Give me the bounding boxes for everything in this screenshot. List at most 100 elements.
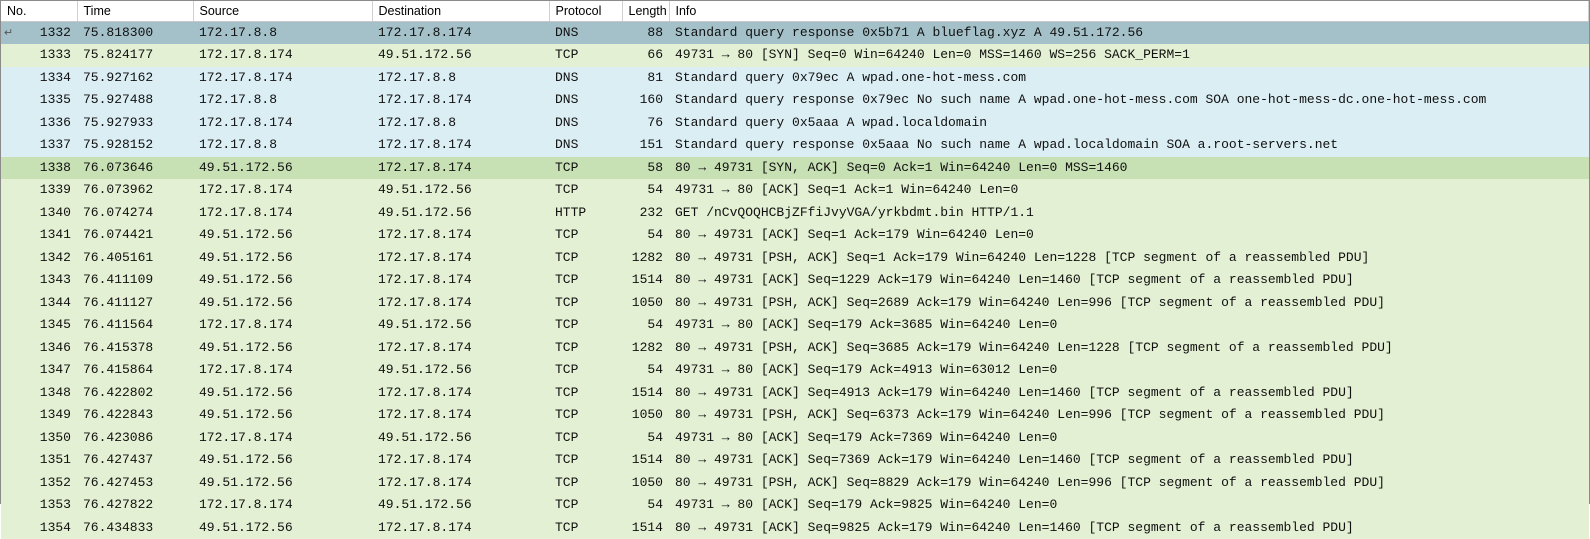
packet-row[interactable]: 135276.42745349.51.172.56172.17.8.174TCP…	[1, 472, 1589, 495]
packet-list-body[interactable]: 133275.818300172.17.8.8172.17.8.174DNS88…	[1, 21, 1589, 539]
cell-no: 1348	[1, 382, 77, 405]
cell-no: 1352	[1, 472, 77, 495]
column-header-source[interactable]: Source	[193, 1, 372, 21]
packet-row[interactable]: 133775.928152172.17.8.8172.17.8.174DNS15…	[1, 134, 1589, 157]
cell-time: 76.073646	[77, 157, 193, 180]
cell-protocol: TCP	[549, 517, 622, 539]
packet-row[interactable]: 133675.927933172.17.8.174172.17.8.8DNS76…	[1, 112, 1589, 135]
cell-length: 81	[622, 67, 669, 90]
cell-destination: 172.17.8.174	[372, 224, 549, 247]
cell-info: 49731 → 80 [ACK] Seq=179 Ack=9825 Win=64…	[669, 494, 1589, 517]
cell-no: 1338	[1, 157, 77, 180]
cell-no: 1342	[1, 247, 77, 270]
cell-protocol: TCP	[549, 427, 622, 450]
packet-row[interactable]: 134376.41110949.51.172.56172.17.8.174TCP…	[1, 269, 1589, 292]
cell-source: 49.51.172.56	[193, 404, 372, 427]
cell-no: 1344	[1, 292, 77, 315]
cell-length: 54	[622, 179, 669, 202]
packet-row[interactable]: 134776.415864172.17.8.17449.51.172.56TCP…	[1, 359, 1589, 382]
cell-protocol: TCP	[549, 382, 622, 405]
cell-length: 1050	[622, 404, 669, 427]
cell-source: 49.51.172.56	[193, 247, 372, 270]
cell-destination: 49.51.172.56	[372, 179, 549, 202]
cell-destination: 172.17.8.174	[372, 269, 549, 292]
cell-protocol: TCP	[549, 179, 622, 202]
packet-row[interactable]: 135176.42743749.51.172.56172.17.8.174TCP…	[1, 449, 1589, 472]
packet-row[interactable]: 133475.927162172.17.8.174172.17.8.8DNS81…	[1, 67, 1589, 90]
cell-info: 49731 → 80 [ACK] Seq=179 Ack=3685 Win=64…	[669, 314, 1589, 337]
packet-row[interactable]: 135476.43483349.51.172.56172.17.8.174TCP…	[1, 517, 1589, 539]
cell-no: 1339	[1, 179, 77, 202]
cell-info: 80 → 49731 [PSH, ACK] Seq=8829 Ack=179 W…	[669, 472, 1589, 495]
column-header-length[interactable]: Length	[622, 1, 669, 21]
cell-no: 1333	[1, 44, 77, 67]
packet-row[interactable]: 133375.824177172.17.8.17449.51.172.56TCP…	[1, 44, 1589, 67]
cell-info: Standard query response 0x79ec No such n…	[669, 89, 1589, 112]
packet-row[interactable]: 133275.818300172.17.8.8172.17.8.174DNS88…	[1, 21, 1589, 44]
column-header-time[interactable]: Time	[77, 1, 193, 21]
cell-time: 76.427822	[77, 494, 193, 517]
packet-row[interactable]: 135376.427822172.17.8.17449.51.172.56TCP…	[1, 494, 1589, 517]
cell-time: 76.423086	[77, 427, 193, 450]
column-header-info[interactable]: Info	[669, 1, 1589, 21]
cell-info: 49731 → 80 [ACK] Seq=179 Ack=4913 Win=63…	[669, 359, 1589, 382]
cell-source: 172.17.8.174	[193, 427, 372, 450]
cell-source: 172.17.8.174	[193, 359, 372, 382]
cell-protocol: DNS	[549, 89, 622, 112]
cell-no: 1343	[1, 269, 77, 292]
cell-length: 1514	[622, 449, 669, 472]
cell-length: 1050	[622, 292, 669, 315]
cell-source: 172.17.8.174	[193, 202, 372, 225]
cell-source: 49.51.172.56	[193, 224, 372, 247]
cell-destination: 172.17.8.174	[372, 337, 549, 360]
cell-no: 1332	[1, 21, 77, 44]
cell-protocol: DNS	[549, 112, 622, 135]
cell-length: 1514	[622, 269, 669, 292]
cell-no: 1349	[1, 404, 77, 427]
cell-protocol: DNS	[549, 134, 622, 157]
cell-destination: 172.17.8.174	[372, 382, 549, 405]
cell-no: 1351	[1, 449, 77, 472]
packet-row[interactable]: 134876.42280249.51.172.56172.17.8.174TCP…	[1, 382, 1589, 405]
cell-time: 76.427453	[77, 472, 193, 495]
cell-source: 49.51.172.56	[193, 337, 372, 360]
cell-destination: 172.17.8.174	[372, 21, 549, 44]
cell-info: 80 → 49731 [ACK] Seq=1229 Ack=179 Win=64…	[669, 269, 1589, 292]
cell-length: 160	[622, 89, 669, 112]
column-header-protocol[interactable]: Protocol	[549, 1, 622, 21]
cell-info: GET /nCvQOQHCBjZFfiJvyVGA/yrkbdmt.bin HT…	[669, 202, 1589, 225]
cell-time: 76.073962	[77, 179, 193, 202]
packet-row[interactable]: 135076.423086172.17.8.17449.51.172.56TCP…	[1, 427, 1589, 450]
cell-length: 54	[622, 224, 669, 247]
packet-row[interactable]: 134076.074274172.17.8.17449.51.172.56HTT…	[1, 202, 1589, 225]
cell-time: 75.818300	[77, 21, 193, 44]
packet-row[interactable]: 133976.073962172.17.8.17449.51.172.56TCP…	[1, 179, 1589, 202]
cell-length: 54	[622, 427, 669, 450]
column-header-no[interactable]: No.	[1, 1, 77, 21]
cell-protocol: TCP	[549, 359, 622, 382]
packet-row[interactable]: 134976.42284349.51.172.56172.17.8.174TCP…	[1, 404, 1589, 427]
cell-info: 49731 → 80 [SYN] Seq=0 Win=64240 Len=0 M…	[669, 44, 1589, 67]
cell-source: 172.17.8.8	[193, 89, 372, 112]
cell-destination: 172.17.8.174	[372, 292, 549, 315]
cell-time: 76.411127	[77, 292, 193, 315]
packet-row[interactable]: 133876.07364649.51.172.56172.17.8.174TCP…	[1, 157, 1589, 180]
packet-row[interactable]: 134176.07442149.51.172.56172.17.8.174TCP…	[1, 224, 1589, 247]
cell-destination: 172.17.8.8	[372, 67, 549, 90]
packet-row[interactable]: 134276.40516149.51.172.56172.17.8.174TCP…	[1, 247, 1589, 270]
cell-destination: 172.17.8.174	[372, 247, 549, 270]
cell-protocol: TCP	[549, 292, 622, 315]
cell-protocol: TCP	[549, 269, 622, 292]
packet-list-table[interactable]: No. Time Source Destination Protocol Len…	[1, 1, 1589, 539]
packet-row[interactable]: 134676.41537849.51.172.56172.17.8.174TCP…	[1, 337, 1589, 360]
packet-list-header[interactable]: No. Time Source Destination Protocol Len…	[1, 1, 1589, 21]
packet-row[interactable]: 134476.41112749.51.172.56172.17.8.174TCP…	[1, 292, 1589, 315]
packet-row[interactable]: 133575.927488172.17.8.8172.17.8.174DNS16…	[1, 89, 1589, 112]
cell-protocol: DNS	[549, 67, 622, 90]
cell-length: 54	[622, 494, 669, 517]
column-header-dest[interactable]: Destination	[372, 1, 549, 21]
cell-destination: 49.51.172.56	[372, 427, 549, 450]
packet-row[interactable]: 134576.411564172.17.8.17449.51.172.56TCP…	[1, 314, 1589, 337]
cell-protocol: TCP	[549, 404, 622, 427]
cell-no: 1347	[1, 359, 77, 382]
